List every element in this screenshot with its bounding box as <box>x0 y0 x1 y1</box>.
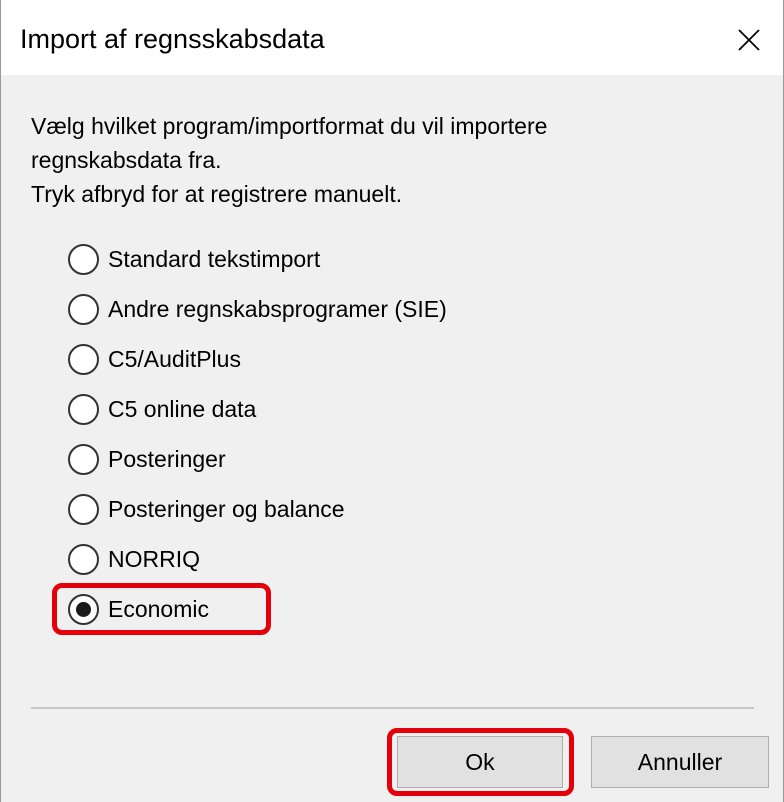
divider <box>31 707 754 709</box>
radio-standard-tekstimport[interactable]: Standard tekstimport <box>68 241 320 277</box>
radio-label: NORRIQ <box>108 545 200 572</box>
radio-label: Posteringer og balance <box>108 495 345 522</box>
radio-button-icon[interactable] <box>68 393 99 425</box>
close-icon <box>738 29 760 51</box>
radio-label: Standard tekstimport <box>108 245 321 272</box>
radio-button-icon[interactable] <box>68 243 99 275</box>
radio-button-selected-icon[interactable] <box>68 593 99 625</box>
instructions: Vælg hvilket program/importformat du vil… <box>31 109 547 211</box>
radio-label: C5 online data <box>108 395 257 422</box>
radio-posteringer-og-balance[interactable]: Posteringer og balance <box>68 491 345 527</box>
radio-button-icon[interactable] <box>68 343 99 375</box>
dialog-title: Import af regnsskabsdata <box>20 24 325 54</box>
title-bar[interactable]: Import af regnsskabsdata <box>1 0 783 75</box>
radio-button-icon[interactable] <box>68 293 99 325</box>
radio-norriq[interactable]: NORRIQ <box>68 541 200 577</box>
instruction-line-1: Vælg hvilket program/importformat du vil… <box>31 113 548 139</box>
ok-button[interactable]: Ok <box>397 736 563 788</box>
radio-button-icon[interactable] <box>68 493 99 525</box>
radio-button-icon[interactable] <box>68 443 99 475</box>
radio-andre-regnskabsprogramer[interactable]: Andre regnskabsprogramer (SIE) <box>68 291 447 327</box>
radio-label: C5/AuditPlus <box>108 345 241 372</box>
radio-posteringer[interactable]: Posteringer <box>68 441 226 477</box>
radio-c5-auditplus[interactable]: C5/AuditPlus <box>68 341 241 377</box>
cancel-button[interactable]: Annuller <box>591 736 769 788</box>
radio-button-icon[interactable] <box>68 543 99 575</box>
radio-dot-icon <box>76 601 91 617</box>
import-dialog: Import af regnsskabsdata Vælg hvilket pr… <box>0 0 784 802</box>
radio-label: Posteringer <box>108 445 226 472</box>
close-button[interactable] <box>723 16 775 64</box>
instruction-line-2: regnskabsdata fra. <box>31 147 222 173</box>
radio-c5-online-data[interactable]: C5 online data <box>68 391 256 427</box>
radio-label: Economic <box>108 595 209 622</box>
radio-label: Andre regnskabsprogramer (SIE) <box>108 295 447 322</box>
radio-economic[interactable]: Economic <box>68 591 209 627</box>
instruction-line-3: Tryk afbryd for at registrere manuelt. <box>31 181 403 207</box>
